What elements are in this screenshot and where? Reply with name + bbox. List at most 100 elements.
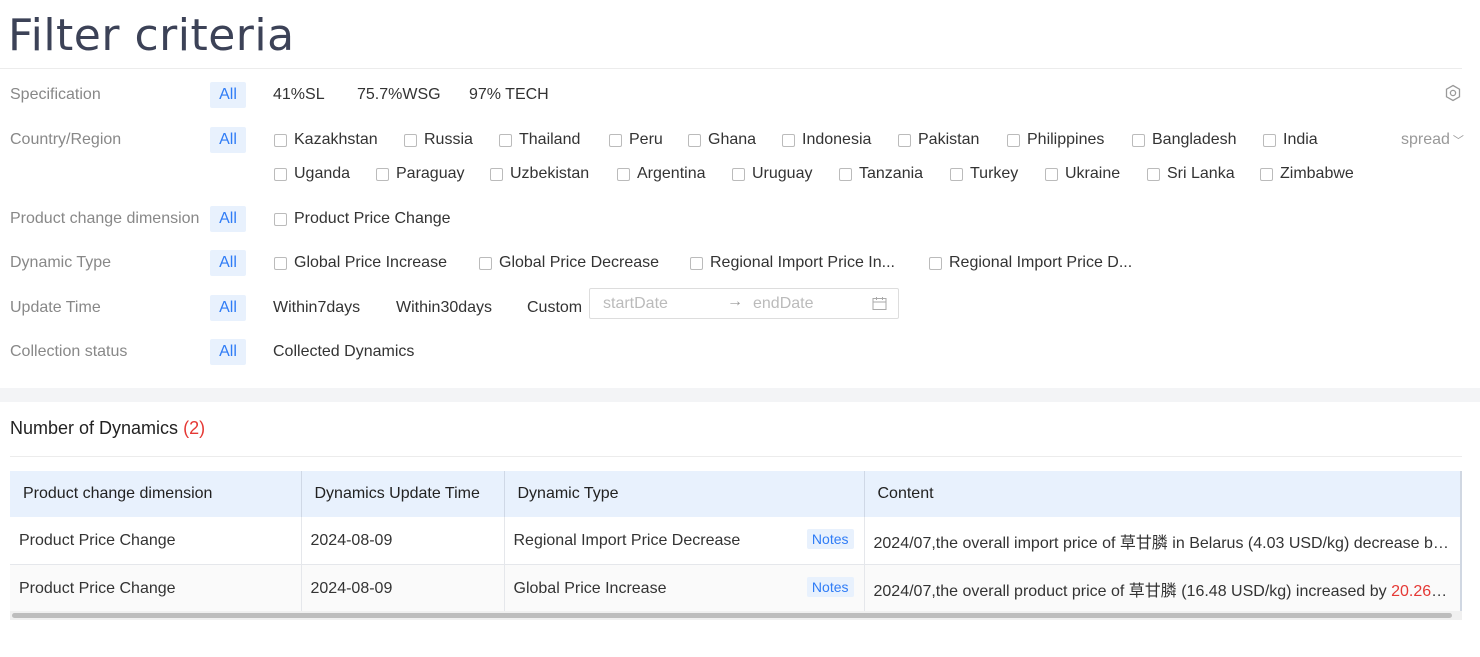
count-number: 2: [189, 418, 200, 438]
checkbox-box[interactable]: [479, 256, 492, 270]
checkbox-box[interactable]: [1147, 167, 1160, 181]
checkbox-box[interactable]: [274, 133, 287, 147]
checkbox-box[interactable]: [950, 167, 963, 181]
country-checkbox[interactable]: Indonesia: [782, 127, 871, 153]
horizontal-scrollbar[interactable]: [10, 611, 1462, 620]
checkbox-label: Global Price Decrease: [499, 254, 660, 271]
arrow-right-icon: →: [727, 293, 743, 310]
cell-dimension: Product Price Change: [10, 517, 302, 565]
filter-row-update-time: Update Time All Within7days Within30days…: [0, 288, 1480, 321]
time-option-30days[interactable]: Within30days: [396, 299, 492, 317]
checkbox-box[interactable]: [732, 167, 745, 181]
checkbox-box[interactable]: [274, 256, 287, 270]
checkbox-box[interactable]: [1045, 167, 1058, 181]
country-checkbox[interactable]: Ukraine: [1045, 161, 1120, 187]
checkbox-box[interactable]: [690, 256, 703, 270]
table-row[interactable]: Product Price Change 2024-08-09 Regional…: [10, 517, 1462, 565]
time-option-7days[interactable]: Within7days: [273, 299, 360, 317]
end-date-input[interactable]: endDate: [753, 295, 814, 313]
cell-content[interactable]: 2024/07,the overall product price of 草甘膦…: [864, 564, 1462, 613]
spread-toggle[interactable]: spread ﹀: [1401, 131, 1464, 149]
table-row[interactable]: Product Price Change 2024-08-09 Global P…: [10, 564, 1462, 613]
checkbox-box[interactable]: [376, 167, 389, 181]
column-header: Dynamics Update Time: [301, 471, 505, 517]
all-button[interactable]: All: [210, 82, 246, 108]
count-value: (2): [183, 418, 206, 438]
checkbox-label: Global Price Increase: [294, 254, 447, 271]
checkbox-box[interactable]: [1263, 133, 1276, 147]
cell-content[interactable]: 2024/07,the overall import price of 草甘膦 …: [864, 517, 1462, 565]
checkbox-box[interactable]: [1007, 133, 1020, 147]
country-checkbox[interactable]: Paraguay: [376, 161, 465, 187]
filter-label: Collection status: [10, 343, 128, 360]
country-checkbox[interactable]: Thailand: [499, 127, 580, 153]
checkbox-box[interactable]: [929, 256, 942, 270]
time-option-custom[interactable]: Custom: [527, 299, 582, 317]
filter-label: Dynamic Type: [10, 254, 112, 271]
column-header: Dynamic Type: [504, 471, 865, 517]
country-checkbox[interactable]: Sri Lanka: [1147, 161, 1235, 187]
product-change-checkbox[interactable]: Product Price Change: [274, 206, 451, 232]
spec-option[interactable]: 41%SL: [273, 86, 325, 104]
checkbox-label: Ghana: [708, 131, 757, 148]
country-checkbox[interactable]: Pakistan: [898, 127, 979, 153]
all-button[interactable]: All: [210, 127, 246, 153]
checkbox-box[interactable]: [1132, 133, 1145, 147]
all-button[interactable]: All: [210, 206, 246, 232]
checkbox-label: Zimbabwe: [1280, 165, 1354, 182]
all-button[interactable]: All: [210, 250, 246, 276]
table-header-row: Product change dimension Dynamics Update…: [10, 471, 1462, 517]
country-checkbox[interactable]: Uganda: [274, 161, 350, 187]
checkbox-box[interactable]: [617, 167, 630, 181]
country-checkbox[interactable]: Peru: [609, 127, 663, 153]
country-checkbox[interactable]: Ghana: [688, 127, 756, 153]
collected-dynamics-option[interactable]: Collected Dynamics: [273, 343, 414, 361]
checkbox-box[interactable]: [274, 212, 287, 226]
checkbox-label: India: [1283, 131, 1318, 148]
dynamic-type-checkbox[interactable]: Regional Import Price In...: [690, 250, 895, 276]
country-checkbox[interactable]: Argentina: [617, 161, 706, 187]
checkbox-box[interactable]: [898, 133, 911, 147]
cell-time: 2024-08-09: [301, 564, 505, 613]
notes-badge[interactable]: Notes: [806, 577, 854, 597]
country-checkbox[interactable]: Zimbabwe: [1260, 161, 1354, 187]
notes-badge[interactable]: Notes: [806, 529, 854, 549]
country-checkbox[interactable]: Philippines: [1007, 127, 1104, 153]
scrollbar-thumb[interactable]: [12, 613, 1452, 618]
column-header: Product change dimension: [10, 471, 302, 517]
cell-type: Regional Import Price Decrease Notes: [504, 517, 865, 565]
filter-row-specification: Specification All 41%SL 75.7%WSG 97% TEC…: [0, 82, 1480, 108]
calendar-icon: [872, 297, 887, 310]
divider: [10, 456, 1462, 457]
checkbox-box[interactable]: [404, 133, 417, 147]
dynamic-type-checkbox[interactable]: Regional Import Price D...: [929, 250, 1132, 276]
checkbox-box[interactable]: [1260, 167, 1273, 181]
country-checkbox[interactable]: Kazakhstan: [274, 127, 378, 153]
country-checkbox[interactable]: Uruguay: [732, 161, 812, 187]
all-button[interactable]: All: [210, 339, 246, 365]
checkbox-box[interactable]: [688, 133, 701, 147]
checkbox-box[interactable]: [499, 133, 512, 147]
checkbox-box[interactable]: [490, 167, 503, 181]
dynamic-type-checkbox[interactable]: Global Price Increase: [274, 250, 447, 276]
country-checkbox[interactable]: Russia: [404, 127, 473, 153]
checkbox-box[interactable]: [609, 133, 622, 147]
checkbox-label: Peru: [629, 131, 663, 148]
checkbox-label: Indonesia: [802, 131, 872, 148]
filter-row-dynamic-type: Dynamic Type All Global Price Increase G…: [0, 250, 1480, 276]
checkbox-box[interactable]: [782, 133, 795, 147]
country-checkbox[interactable]: Uzbekistan: [490, 161, 589, 187]
checkbox-box[interactable]: [274, 167, 287, 181]
country-checkbox[interactable]: Bangladesh: [1132, 127, 1237, 153]
country-checkbox[interactable]: India: [1263, 127, 1318, 153]
country-checkbox[interactable]: Tanzania: [839, 161, 923, 187]
spec-option[interactable]: 97% TECH: [469, 86, 549, 104]
date-range-picker[interactable]: startDate → endDate: [589, 288, 899, 319]
checkbox-box[interactable]: [839, 167, 852, 181]
all-button[interactable]: All: [210, 295, 246, 321]
country-checkbox[interactable]: Turkey: [950, 161, 1018, 187]
dynamic-type-checkbox[interactable]: Global Price Decrease: [479, 250, 659, 276]
start-date-input[interactable]: startDate: [603, 295, 668, 313]
filter-label: Country/Region: [10, 131, 122, 148]
spec-option[interactable]: 75.7%WSG: [357, 86, 441, 104]
